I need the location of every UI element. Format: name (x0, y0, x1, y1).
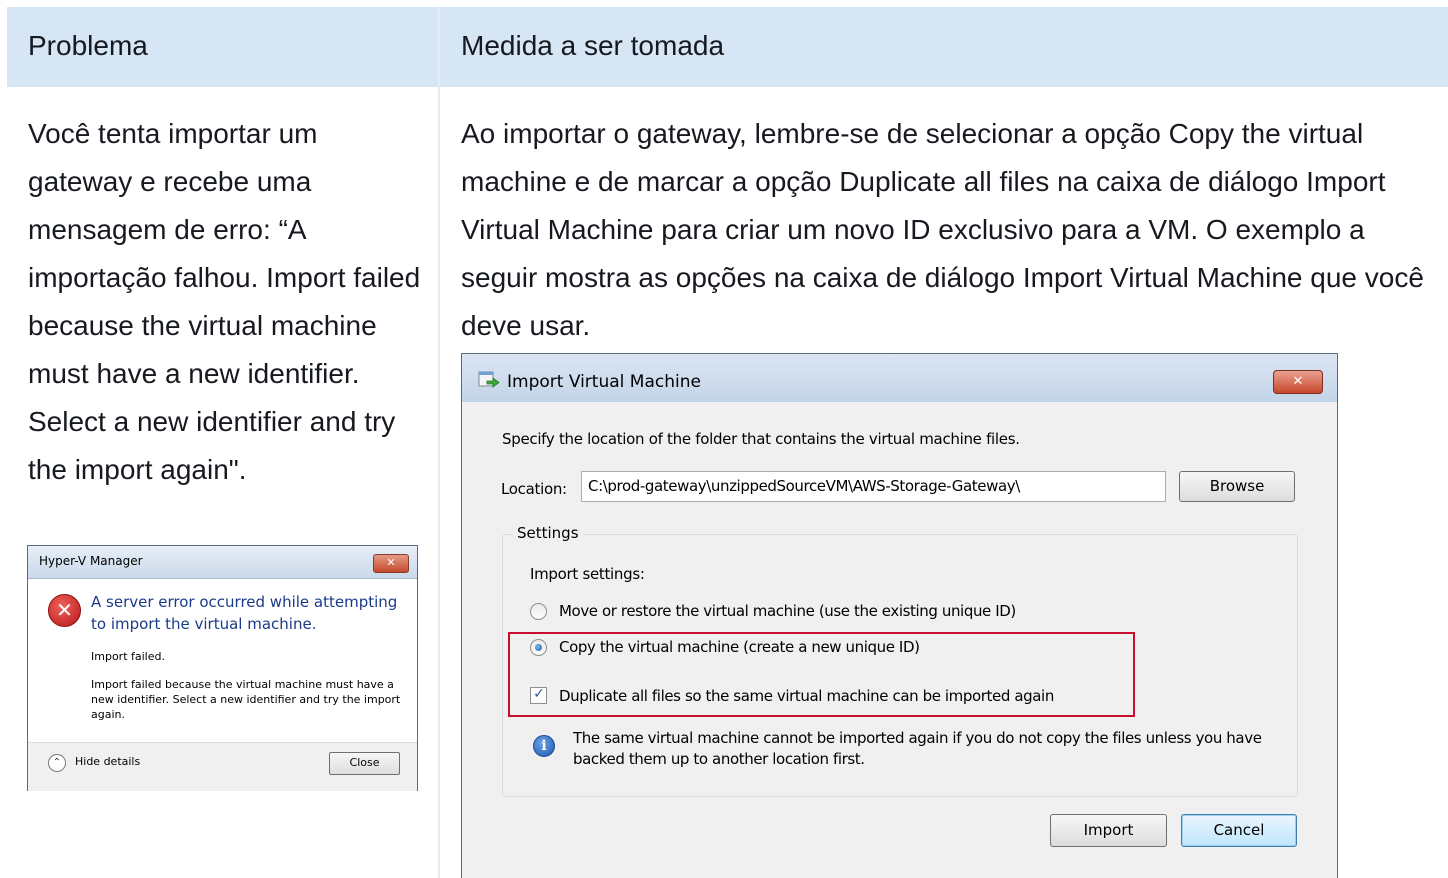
error-icon: ✕ (48, 594, 81, 627)
chevron-up-icon[interactable]: ⌃ (48, 754, 66, 772)
location-instruction: Specify the location of the folder that … (502, 430, 1020, 448)
browse-button[interactable]: Browse (1179, 471, 1295, 502)
info-message: The same virtual machine cannot be impor… (573, 729, 1262, 768)
hide-details-link[interactable]: Hide details (75, 755, 140, 768)
hyperv-detail-short: Import failed. (91, 650, 165, 663)
settings-group-label: Settings (513, 524, 583, 542)
import-vm-close-button[interactable]: ✕ (1273, 370, 1323, 394)
import-vm-dialog: Import Virtual Machine ✕ Specify the loc… (461, 353, 1338, 878)
location-input[interactable]: C:\prod-gateway\unzippedSourceVM\AWS-Sto… (581, 471, 1166, 502)
radio-move-restore[interactable] (530, 603, 547, 620)
hyperv-footer: ⌃ Hide details Close (28, 742, 417, 791)
import-icon (478, 371, 500, 388)
table-header: Problema Medida a ser tomada (7, 7, 1448, 87)
import-settings-label: Import settings: (530, 565, 645, 583)
hyperv-error-dialog: Hyper-V Manager ✕ ✕ A server error occur… (27, 545, 418, 791)
import-vm-title: Import Virtual Machine (507, 372, 701, 392)
hyperv-close-btn[interactable]: Close (329, 752, 400, 775)
header-problem: Problema (28, 30, 148, 61)
cancel-button[interactable]: Cancel (1181, 814, 1297, 847)
header-action: Medida a ser tomada (461, 30, 725, 61)
column-divider (438, 7, 440, 878)
hyperv-detail-long: Import failed because the virtual machin… (91, 678, 401, 721)
close-icon: ✕ (386, 556, 396, 569)
hyperv-title-bar: Hyper-V Manager ✕ (28, 546, 417, 579)
problem-cell-text: Você tenta importar um gateway e recebe … (28, 118, 421, 485)
highlight-box (508, 632, 1135, 717)
option-move-restore-label: Move or restore the virtual machine (use… (559, 602, 1016, 620)
import-vm-title-bar: Import Virtual Machine ✕ (462, 354, 1337, 402)
hyperv-close-button[interactable]: ✕ (373, 554, 409, 573)
hyperv-title: Hyper-V Manager (39, 554, 143, 568)
action-cell-text: Ao importar o gateway, lembre-se de sele… (461, 118, 1424, 341)
location-label: Location: (501, 480, 567, 498)
info-icon: i (533, 735, 555, 757)
close-icon: ✕ (1292, 374, 1304, 389)
hyperv-main-message: A server error occurred while attempting… (91, 593, 398, 633)
import-button[interactable]: Import (1050, 814, 1167, 847)
